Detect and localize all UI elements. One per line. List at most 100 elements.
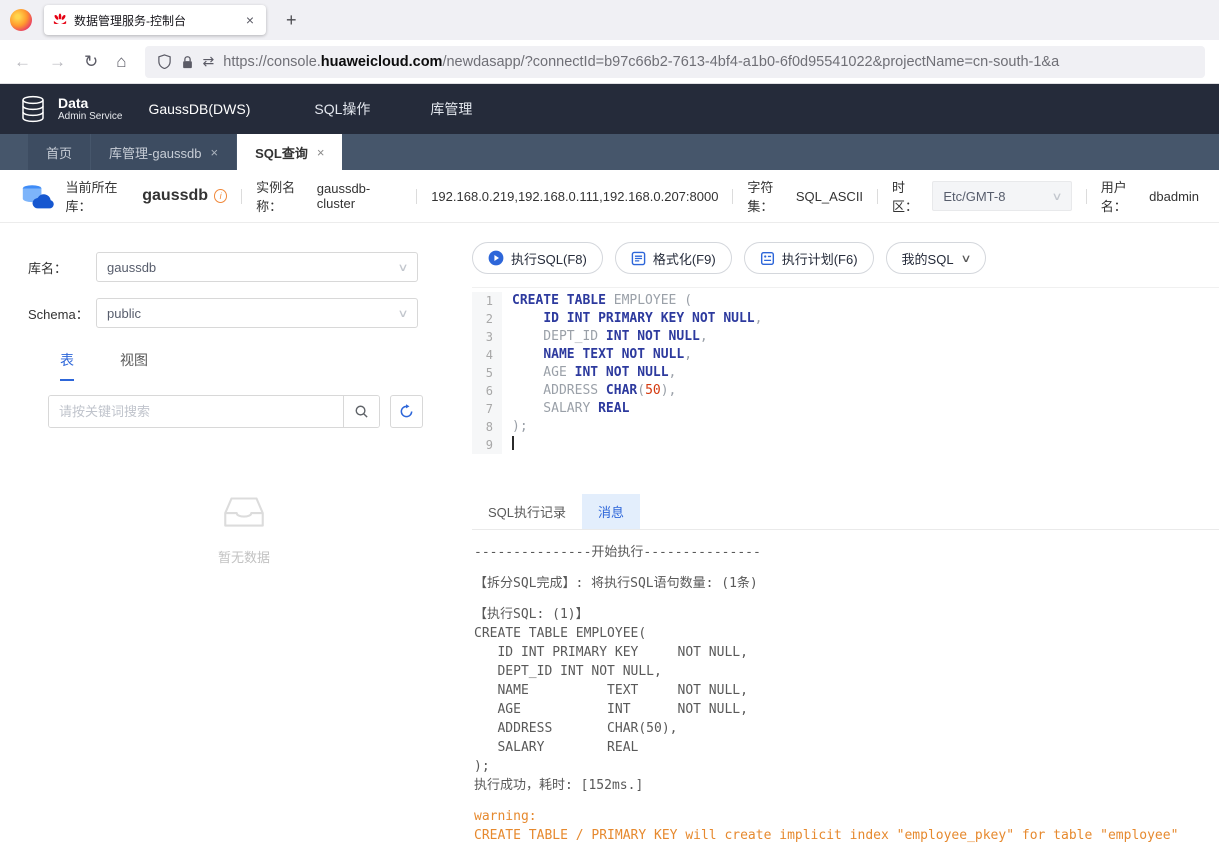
execute-sql-label: 执行SQL(F8) — [511, 251, 587, 267]
new-tab-button[interactable]: + — [278, 8, 305, 33]
instance-label: 实例名称： — [256, 180, 296, 214]
tab-close-icon[interactable]: × — [317, 145, 325, 160]
message-line — [474, 562, 1217, 574]
search-input[interactable] — [49, 396, 343, 427]
forward-icon[interactable]: → — [49, 52, 66, 72]
editor-line[interactable]: 4 NAME TEXT NOT NULL, — [472, 346, 1219, 364]
editor-line[interactable]: 3 DEPT_ID INT NOT NULL, — [472, 328, 1219, 346]
message-warning-line: warning: — [474, 809, 537, 824]
sql-toolbar: 执行SQL(F8) 格式化(F9) 执行计划(F6) 我的SQL ∨ — [472, 242, 1219, 274]
tab-tables[interactable]: 表 — [60, 350, 74, 381]
nav-db-management[interactable]: 库管理 — [424, 99, 478, 119]
message-line: CREATE TABLE EMPLOYEE( — [474, 626, 647, 641]
tab-sql-history[interactable]: SQL执行记录 — [472, 494, 582, 529]
database-logo-icon — [22, 95, 44, 123]
message-warning-line: CREATE TABLE / PRIMARY KEY will create i… — [474, 828, 1179, 843]
editor-line[interactable]: 6 ADDRESS CHAR(50), — [472, 382, 1219, 400]
timezone-label: 时区： — [891, 180, 918, 214]
editor-line[interactable]: 1 CREATE TABLE EMPLOYEE ( — [472, 292, 1219, 310]
schema-select[interactable]: public ∨ — [96, 298, 418, 328]
shield-icon — [157, 54, 171, 69]
chevron-down-icon: ∨ — [1051, 190, 1063, 203]
message-line: ---------------开始执行--------------- — [474, 545, 761, 560]
schema-label: Schema： — [28, 306, 89, 322]
tab-views[interactable]: 视图 — [120, 350, 148, 381]
tab-sql-query[interactable]: SQL查询 × — [237, 134, 343, 170]
search-button[interactable] — [343, 396, 379, 427]
tab-home[interactable]: 首页 — [28, 134, 91, 170]
browser-tab[interactable]: 数据管理服务-控制台 × — [44, 5, 266, 35]
url-scheme: https://console. — [223, 53, 321, 70]
editor-line[interactable]: 8); — [472, 418, 1219, 436]
info-icon[interactable]: i — [214, 189, 228, 203]
db-name-select[interactable]: gaussdb ∨ — [96, 252, 418, 282]
format-icon — [631, 251, 646, 265]
message-line — [474, 795, 1217, 807]
refresh-button[interactable] — [390, 395, 423, 428]
empty-state-text: 暂无数据 — [217, 550, 270, 565]
sql-editor-lines: 1 CREATE TABLE EMPLOYEE (2 ID INT PRIMARY… — [472, 292, 1219, 454]
line-number: 2 — [472, 310, 502, 328]
nav-sql-operations[interactable]: SQL操作 — [308, 99, 376, 119]
execute-sql-button[interactable]: 执行SQL(F8) — [472, 242, 603, 274]
firefox-icon[interactable] — [10, 9, 32, 31]
chevron-down-icon: ∨ — [397, 307, 409, 320]
text-cursor — [512, 436, 514, 450]
chevron-down-icon: ∨ — [959, 252, 972, 265]
line-number: 3 — [472, 328, 502, 346]
message-line: 【拆分SQL完成】: 将执行SQL语句数量: (1条) — [474, 576, 758, 591]
cloud-database-icon — [22, 185, 54, 209]
browser-tab-title: 数据管理服务-控制台 — [74, 13, 186, 28]
home-icon[interactable]: ⌂ — [116, 52, 126, 72]
message-line: AGE INT NOT NULL, — [474, 702, 748, 717]
my-sql-button[interactable]: 我的SQL ∨ — [885, 242, 986, 274]
huawei-logo-icon — [53, 13, 67, 24]
editor-line[interactable]: 5 AGE INT NOT NULL, — [472, 364, 1219, 382]
reload-icon[interactable]: ↻ — [84, 52, 98, 72]
line-number: 9 — [472, 436, 502, 454]
url-bar[interactable]: ⇄ https://console. huaweicloud.com/newdas… — [144, 45, 1205, 78]
results-tab-bar: SQL执行记录 消息 — [472, 494, 1219, 530]
host-addresses: 192.168.0.219,192.168.0.111,192.168.0.20… — [431, 188, 719, 204]
tab-close-icon[interactable]: × — [211, 145, 219, 160]
tab-sql-query-label: SQL查询 — [255, 145, 308, 161]
editor-line[interactable]: 2 ID INT PRIMARY KEY NOT NULL, — [472, 310, 1219, 328]
charset-value: SQL_ASCII — [795, 188, 864, 204]
tab-close-icon[interactable]: × — [243, 12, 257, 28]
tab-messages[interactable]: 消息 — [582, 494, 641, 529]
line-number: 5 — [472, 364, 502, 382]
timezone-select[interactable]: Etc/GMT-8 ∨ — [932, 181, 1072, 211]
db-name-label: 库名： — [28, 260, 68, 276]
line-number: 8 — [472, 418, 502, 436]
my-sql-label: 我的SQL — [901, 251, 954, 267]
tab-db-management-label: 库管理-gaussdb — [109, 145, 202, 161]
editor-line[interactable]: 9 — [472, 436, 1219, 454]
tab-db-management-gaussdb[interactable]: 库管理-gaussdb × — [91, 134, 237, 170]
message-line: ADDRESS CHAR(50), — [474, 721, 678, 736]
current-db-value: gaussdb — [142, 187, 209, 204]
instance-value: gaussdb-cluster — [316, 181, 371, 211]
divider — [416, 188, 418, 204]
lock-icon — [182, 55, 192, 68]
format-button[interactable]: 格式化(F9) — [614, 242, 732, 274]
play-icon — [488, 250, 504, 266]
search-icon — [355, 405, 368, 418]
line-number: 1 — [472, 292, 502, 310]
url-domain: huaweicloud.com — [320, 53, 443, 70]
execution-plan-button[interactable]: 执行计划(F6) — [743, 242, 874, 274]
workspace-tab-bar: 首页 库管理-gaussdb × SQL查询 × — [0, 134, 1219, 170]
message-line: 执行成功，耗时: [152ms.] — [474, 778, 644, 793]
app-logo-line2: Admin Service — [58, 111, 123, 123]
connection-switch-icon[interactable]: ⇄ — [203, 53, 215, 70]
sql-workspace: 执行SQL(F8) 格式化(F9) 执行计划(F6) 我的SQL ∨ 1 CRE… — [460, 222, 1219, 845]
editor-line[interactable]: 7 SALARY REAL — [472, 400, 1219, 418]
my-sql-plan-label: 执行计划(F6) — [781, 251, 858, 267]
header-nav: SQL操作 库管理 — [308, 99, 478, 119]
browser-toolbar: ← → ↻ ⌂ ⇄ https://console. huaweicloud.co… — [0, 40, 1219, 84]
sql-editor[interactable]: 1 CREATE TABLE EMPLOYEE (2 ID INT PRIMARY… — [472, 287, 1219, 488]
app-logo-text: Data Admin Service — [58, 95, 123, 123]
back-icon[interactable]: ← — [14, 52, 31, 72]
empty-box-icon — [224, 497, 264, 527]
db-name-value: gaussdb — [107, 259, 157, 275]
charset-label: 字符集： — [747, 180, 774, 214]
